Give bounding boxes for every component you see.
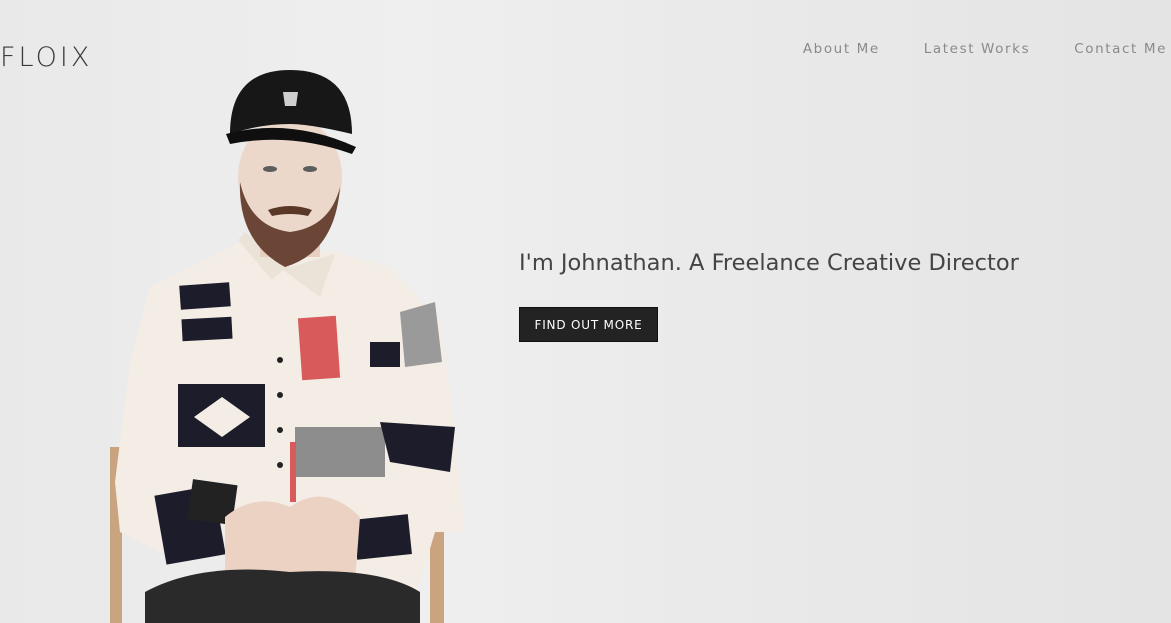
hero-headline: I'm Johnathan. A Freelance Creative Dire…	[519, 250, 1019, 276]
main-navigation: About Me Latest Works Contact Me	[803, 41, 1167, 57]
nav-about-me[interactable]: About Me	[803, 41, 880, 57]
nav-contact-me[interactable]: Contact Me	[1074, 41, 1167, 57]
nav-latest-works[interactable]: Latest Works	[924, 41, 1030, 57]
find-out-more-button[interactable]: FIND OUT MORE	[519, 307, 658, 342]
site-logo[interactable]: FLOIX	[0, 42, 92, 73]
hero-portrait-image	[110, 70, 465, 623]
